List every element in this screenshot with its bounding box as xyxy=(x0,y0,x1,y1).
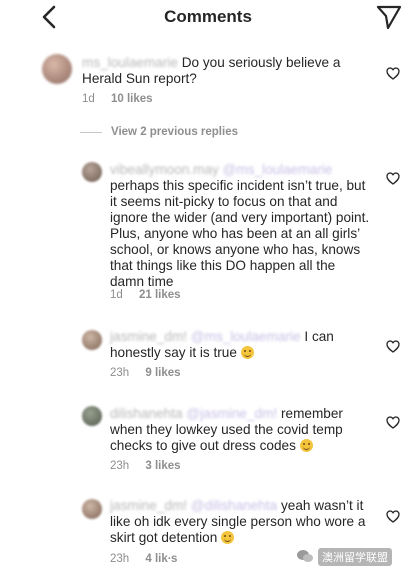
wechat-icon xyxy=(297,550,313,562)
like-heart-icon[interactable] xyxy=(386,172,400,185)
grimace-emoji-icon xyxy=(221,531,235,544)
avatar[interactable] xyxy=(82,162,102,182)
comment-time: 1d xyxy=(82,93,95,105)
comment-username[interactable]: dilishanehta xyxy=(110,406,183,421)
comment-time: 23h xyxy=(110,367,130,379)
comment-mention[interactable]: @ms_loulaemarie xyxy=(223,162,333,177)
comment-text: perhaps this specific incident isn’t tru… xyxy=(110,178,370,289)
comment-username[interactable]: jasmine_dm! xyxy=(110,329,187,344)
like-heart-icon[interactable] xyxy=(386,416,400,429)
like-heart-icon[interactable] xyxy=(386,510,400,523)
paper-plane-icon[interactable] xyxy=(376,4,402,30)
avatar[interactable] xyxy=(82,330,102,350)
watermark-label: 澳洲留学联盟 xyxy=(318,548,392,566)
header-bar: Comments xyxy=(0,0,416,34)
comment-likes[interactable]: 21 likes xyxy=(139,289,181,301)
comment-time: 23h xyxy=(110,460,130,472)
like-heart-icon[interactable] xyxy=(386,67,400,80)
comment-mention[interactable]: @ms_loulaemarie xyxy=(191,329,301,344)
like-heart-icon[interactable] xyxy=(386,340,400,353)
divider xyxy=(80,132,102,133)
page-title: Comments xyxy=(164,7,252,26)
comment-likes[interactable]: 4 lik∙s xyxy=(145,553,177,565)
comment-time: 1d xyxy=(110,289,123,301)
view-previous-replies-link[interactable]: View 2 previous replies xyxy=(111,126,238,138)
grimace-emoji-icon xyxy=(240,346,254,359)
comment-username[interactable]: vibeallymoon.may xyxy=(110,162,219,177)
comment-likes[interactable]: 3 likes xyxy=(145,460,180,472)
comment-mention[interactable]: @dilishanehta xyxy=(191,498,277,513)
comment-time: 23h xyxy=(110,553,130,565)
comment-mention[interactable]: @jasmine_dm! xyxy=(186,406,277,421)
comment-username[interactable]: ms_loulaemarie xyxy=(82,55,178,70)
comment-likes[interactable]: 10 likes xyxy=(111,93,153,105)
avatar[interactable] xyxy=(82,499,102,519)
comment-username[interactable]: jasmine_dm! xyxy=(110,498,187,513)
comment-likes[interactable]: 9 likes xyxy=(145,367,180,379)
avatar[interactable] xyxy=(82,406,102,426)
smirk-emoji-icon xyxy=(299,439,313,452)
avatar[interactable] xyxy=(42,54,72,84)
